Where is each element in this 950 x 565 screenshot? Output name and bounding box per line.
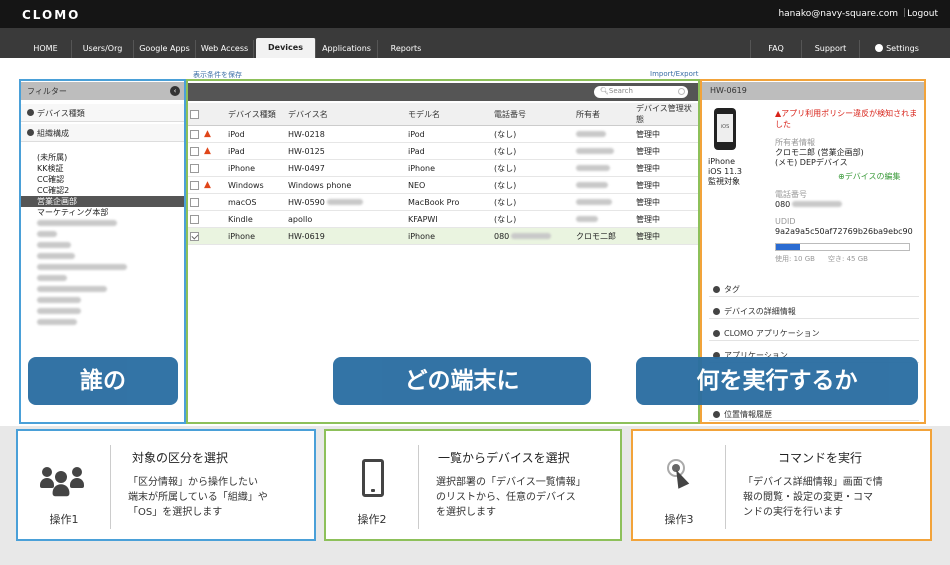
support-link[interactable]: Support <box>802 40 860 58</box>
step-title: 一覧からデバイスを選択 <box>438 451 570 465</box>
step-description-line: ンドの実行を行います <box>743 507 843 518</box>
users-group-icon <box>40 461 90 501</box>
user-email[interactable]: hanako@navy-square.com <box>778 9 898 19</box>
step-title: 対象の区分を選択 <box>132 451 229 465</box>
clomo-logo[interactable]: CLOMO <box>22 8 80 22</box>
step-label: 操作3 <box>664 513 694 526</box>
banner-who: 誰の <box>28 357 178 405</box>
step-description: 「区分情報」から操作したい 端末が所属している「組織」や 「OS」を選択します <box>128 475 268 520</box>
faq-link[interactable]: FAQ <box>750 40 802 58</box>
smartphone-icon <box>362 459 384 497</box>
tab-google-apps[interactable]: Google Apps <box>134 40 196 58</box>
banner-which: どの端末に <box>333 357 591 405</box>
step-title: コマンドを実行 <box>778 451 863 465</box>
card-divider <box>110 445 111 529</box>
step-description-line: のリストから、任意のデバイス <box>436 492 576 503</box>
card-divider <box>418 445 419 529</box>
step-description-line: 選択部署の「デバイス一覧情報」 <box>436 477 586 488</box>
step-description-line: 「デバイス詳細情報」画面で情 <box>743 477 883 488</box>
tab-home[interactable]: HOME <box>20 40 72 58</box>
tab-reports[interactable]: Reports <box>378 40 434 58</box>
step-card-2: 操作2 一覧からデバイスを選択 選択部署の「デバイス一覧情報」 のリストから、任… <box>324 429 622 541</box>
settings-label: Settings <box>886 44 919 53</box>
step-label: 操作2 <box>357 513 387 526</box>
step-card-3: 操作3 コマンドを実行 「デバイス詳細情報」画面で情 報の閲覧・設定の変更・コマ… <box>631 429 932 541</box>
step-card-1: 操作1 対象の区分を選択 「区分情報」から操作したい 端末が所属している「組織」… <box>16 429 316 541</box>
tab-applications[interactable]: Applications <box>316 40 378 58</box>
tap-cursor-icon <box>665 457 695 497</box>
top-bar: CLOMO hanako@navy-square.com | Logout <box>0 0 950 28</box>
banner-what: 何を実行するか <box>636 357 918 405</box>
tab-users-org[interactable]: Users/Org <box>72 40 134 58</box>
step-description: 選択部署の「デバイス一覧情報」 のリストから、任意のデバイス を選択します <box>436 475 586 520</box>
step-label: 操作1 <box>49 513 79 526</box>
main-nav: HOME Users/Org Google Apps Web Access De… <box>0 28 950 58</box>
step-description: 「デバイス詳細情報」画面で情 報の閲覧・設定の変更・コマ ンドの実行を行います <box>743 475 883 520</box>
logout-link[interactable]: Logout <box>907 9 938 19</box>
step-description-line: 「区分情報」から操作したい <box>128 477 258 488</box>
import-export-link[interactable]: Import/Export <box>650 70 699 78</box>
topbar-separator: | <box>902 8 906 18</box>
card-divider <box>725 445 726 529</box>
gear-icon <box>875 44 884 52</box>
settings-link[interactable]: Settings <box>862 40 932 58</box>
step-description-line: 端末が所属している「組織」や <box>128 492 268 503</box>
tab-web-access[interactable]: Web Access <box>196 40 254 58</box>
step-description-line: 報の閲覧・設定の変更・コマ <box>743 492 873 503</box>
tab-devices[interactable]: Devices <box>256 38 316 58</box>
step-description-line: を選択します <box>436 507 496 518</box>
step-description-line: 「OS」を選択します <box>128 507 223 518</box>
